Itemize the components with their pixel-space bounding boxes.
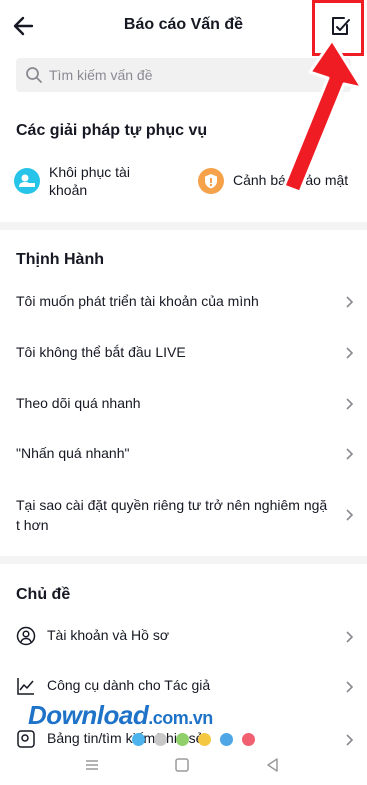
home-icon[interactable] <box>173 756 191 774</box>
chevron-right-icon <box>346 734 354 746</box>
watermark-suffix: .com.vn <box>148 708 213 728</box>
watermark-dot <box>220 733 233 746</box>
user-icon <box>16 626 36 646</box>
trending-item-label-1: Tại sao cài đặt quyền riêng tư trở nên n… <box>16 497 328 513</box>
watermark-dot <box>176 733 189 746</box>
security-shield-icon <box>198 168 224 194</box>
trending-item-privacy[interactable]: Tại sao cài đặt quyền riêng tư trở nên n… <box>0 486 367 548</box>
trending-item-follow-fast[interactable]: Theo dõi quá nhanh <box>0 378 367 428</box>
topic-item-account-profile[interactable]: Tài khoản và Hồ sơ <box>0 611 367 661</box>
recent-apps-icon[interactable] <box>83 756 101 774</box>
search-placeholder: Tìm kiếm vấn đề <box>49 67 153 83</box>
chart-line-icon <box>17 678 34 695</box>
red-arrow-icon <box>282 38 364 194</box>
trending-item-label: "Nhấn quá nhanh" <box>16 445 130 461</box>
account-recovery-button[interactable]: Khôi phục tài khoản <box>14 158 174 208</box>
topic-item-label: Tài khoản và Hồ sơ <box>47 627 170 643</box>
watermark-logo: Download.com.vn <box>28 700 213 731</box>
trending-item-label: Theo dõi quá nhanh <box>16 395 141 411</box>
section-divider <box>0 222 367 230</box>
chevron-right-icon <box>346 296 354 308</box>
system-nav-bar <box>0 748 367 785</box>
watermark-dot <box>132 733 145 746</box>
self-service-title: Các giải pháp tự phục vụ <box>16 122 208 139</box>
section-divider <box>0 556 367 564</box>
chevron-right-icon <box>346 398 354 410</box>
trending-title: Thịnh Hành <box>16 251 104 268</box>
trending-item-tap-fast[interactable]: "Nhấn quá nhanh" <box>0 428 367 478</box>
trending-item-live[interactable]: Tôi không thể bắt đầu LIVE <box>0 327 367 377</box>
account-recovery-label-2: khoản <box>49 182 88 198</box>
watermark-dot <box>154 733 167 746</box>
search-feed-icon <box>17 730 35 748</box>
trending-item-label: Tôi muốn phát triển tài khoản của mình <box>16 293 259 309</box>
account-recovery-icon <box>14 168 40 194</box>
chevron-right-icon <box>346 448 354 460</box>
trending-item-label: Tôi không thể bắt đầu LIVE <box>16 344 186 360</box>
topic-item-label: Công cụ dành cho Tác giả <box>47 677 211 693</box>
watermark-dot <box>242 733 255 746</box>
topics-title: Chủ đề <box>16 586 71 603</box>
trending-item-grow-account[interactable]: Tôi muốn phát triển tài khoản của mình <box>0 276 367 326</box>
chevron-right-icon <box>346 631 354 643</box>
chevron-right-icon <box>346 681 354 693</box>
chevron-right-icon <box>346 509 354 521</box>
watermark-text: Download <box>28 700 149 730</box>
trending-item-label-2: t hơn <box>16 517 49 533</box>
back-triangle-icon[interactable] <box>264 756 282 774</box>
search-icon <box>26 67 42 83</box>
account-recovery-label-1: Khôi phục tài <box>49 164 130 180</box>
chevron-right-icon <box>346 347 354 359</box>
watermark-dot <box>198 733 211 746</box>
